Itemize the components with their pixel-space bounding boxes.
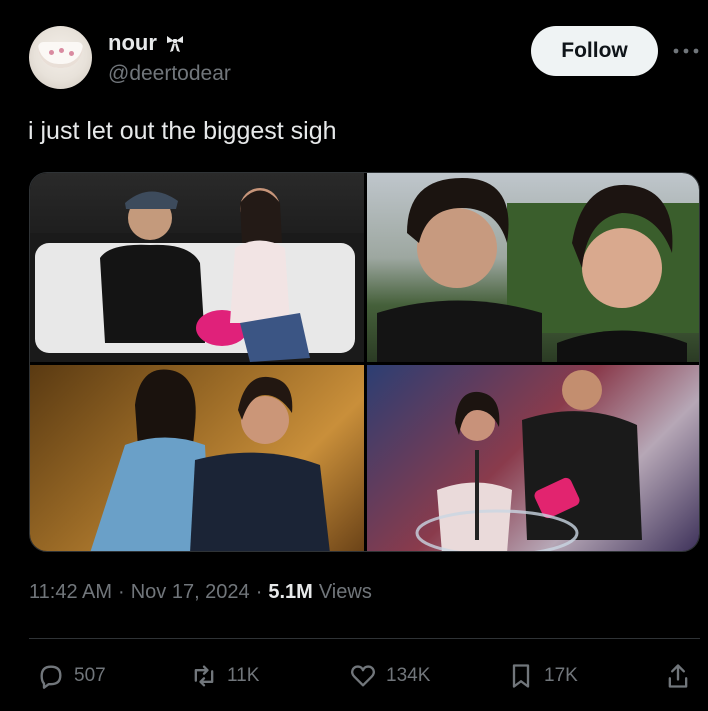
reply-button[interactable]: 507 (37, 662, 106, 690)
like-button[interactable]: 134K (349, 662, 430, 690)
like-count: 134K (386, 665, 431, 686)
photo-1-scene (30, 188, 364, 362)
reply-icon (40, 665, 62, 689)
media-grid (29, 172, 700, 552)
avatar-pattern-dot (69, 51, 74, 56)
reply-count: 507 (74, 665, 106, 686)
tweet-time[interactable]: 11:42 AM (29, 581, 112, 604)
views-label: Views (318, 581, 372, 603)
bookmark-icon (512, 664, 530, 688)
avatar[interactable] (29, 26, 92, 89)
photo-2-scene (377, 178, 699, 362)
photo-3[interactable] (30, 365, 364, 551)
retweet-button[interactable]: 11K (190, 662, 259, 690)
share-button[interactable] (664, 662, 692, 690)
bookmark-button[interactable]: 17K (507, 662, 578, 690)
photo-2[interactable] (367, 173, 699, 362)
photo-4-scene (415, 370, 642, 551)
retweet-icon (194, 665, 214, 687)
tweet-date[interactable]: Nov 17, 2024 (131, 581, 250, 604)
avatar-pattern-dot (49, 50, 54, 55)
tweet-meta: 11:42 AM · Nov 17, 2024 · 5.1M Views (29, 581, 372, 604)
author-name-row[interactable]: nour (108, 30, 185, 56)
retweet-count: 11K (227, 665, 260, 686)
follow-button[interactable]: Follow (531, 26, 658, 76)
photo-4[interactable] (367, 365, 699, 551)
photo-3-scene (90, 369, 330, 551)
bookmark-count: 17K (544, 665, 578, 686)
share-icon (668, 664, 688, 688)
meta-separator: · (255, 581, 263, 603)
photo-1[interactable] (30, 173, 364, 362)
action-bar: 507 11K 134K 17K (0, 662, 708, 696)
author-handle[interactable]: @deertodear (108, 62, 231, 86)
meta-separator: · (118, 581, 125, 603)
avatar-pattern-dot (59, 48, 64, 53)
teacup-icon (38, 42, 83, 68)
views-count: 5.1M (268, 581, 313, 603)
tweet-text: i just let out the biggest sigh (28, 117, 337, 145)
bow-icon (166, 36, 183, 52)
heart-icon (351, 665, 375, 687)
author-name[interactable]: nour (108, 30, 157, 56)
divider (29, 638, 700, 639)
more-icon[interactable] (671, 38, 701, 64)
